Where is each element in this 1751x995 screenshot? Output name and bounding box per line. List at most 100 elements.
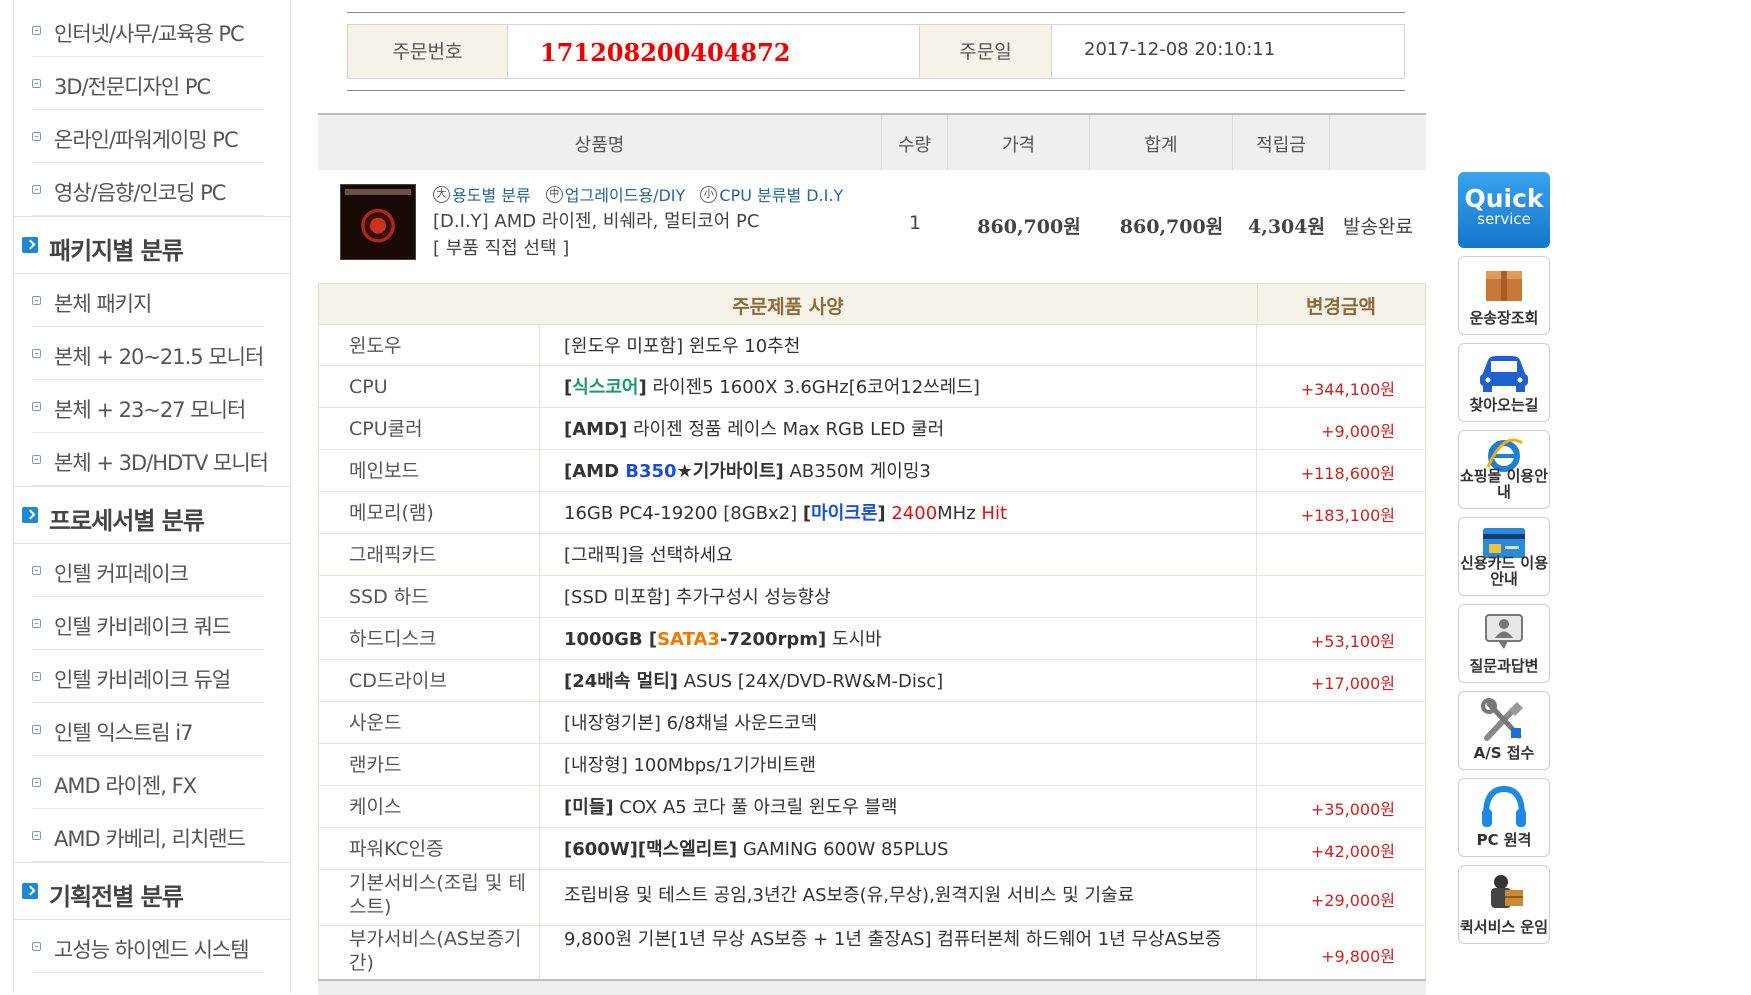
spec-value: [AMD B350★기가바이트] AB350M 게이밍3: [540, 450, 1257, 491]
product-name[interactable]: [D.I.Y] AMD 라이젠, 비쉐라, 멀티코어 PC: [433, 207, 759, 233]
spec-value: [윈도우 미포함] 윈도우 10추천: [540, 325, 1257, 365]
bullet-icon: [32, 619, 41, 628]
spec-price-change: [1257, 702, 1425, 743]
spec-description: 라이젠 정품 레이스 Max RGB LED 쿨러: [627, 419, 945, 440]
spec-price-change: +9,000원: [1321, 422, 1395, 441]
spec-bracket: ]: [877, 503, 886, 524]
order-date-label: 주문일: [920, 25, 1052, 78]
sidebar-item-label: 본체 + 3D/HDTV 모니터: [54, 451, 269, 475]
arrow-icon: [22, 507, 38, 523]
product-total: 860,700원: [1119, 216, 1224, 238]
sidebar-group-heading[interactable]: 프로세서별 분류: [14, 486, 290, 544]
price-change-header-label: 변경금액: [1306, 296, 1376, 318]
sidebar-item[interactable]: 본체 + 23~27 모니터: [14, 380, 290, 433]
sidebar-item-label: 3D/전문디자인 PC: [54, 75, 211, 99]
spec-description: AB350M 게이밍3: [783, 461, 931, 482]
sidebar-item[interactable]: 본체 + 3D/HDTV 모니터: [14, 433, 290, 486]
divider: [347, 90, 1405, 91]
quick-box-button[interactable]: 운송장조회: [1458, 256, 1550, 335]
spec-red: 2400: [885, 503, 938, 524]
header-total: 합계: [1090, 115, 1233, 170]
spec-description: 도시바: [826, 629, 882, 650]
sidebar-item[interactable]: 본체 패키지: [14, 274, 290, 327]
sidebar-item[interactable]: AMD 카베리, 리치랜드: [14, 809, 290, 862]
sidebar-group-heading[interactable]: 기획전별 분류: [14, 862, 290, 920]
spec-name: 기본서비스(조립 및 테스트): [319, 870, 540, 925]
spec-price-change: +344,100원: [1300, 380, 1395, 399]
spec-row: CD드라이브 [24배속 멀티] ASUS [24X/DVD-RW&M-Disc]…: [319, 660, 1425, 702]
sidebar-item[interactable]: 인텔 카비레이크 듀얼: [14, 650, 290, 703]
spec-description: GAMING 600W 85PLUS: [737, 839, 949, 860]
category-link[interactable]: 업그레이드용/DIY: [565, 186, 686, 205]
spec-bracket: ]: [638, 377, 647, 398]
spec-description: 라이젠5 1600X 3.6GHz[6코어12쓰레드]: [646, 377, 980, 398]
category-link[interactable]: CPU 분류별 D.I.Y: [719, 186, 843, 205]
bullet-icon: [32, 26, 41, 35]
sidebar-item[interactable]: 영상/음향/인코딩 PC: [14, 163, 290, 216]
sidebar-item-label: 인텔 익스트림 i7: [54, 721, 193, 745]
quick-tools-button[interactable]: A/S 접수: [1458, 691, 1550, 770]
spec-name: 그래픽카드: [319, 534, 540, 575]
spec-name: 케이스: [319, 786, 540, 827]
quick-headset-button[interactable]: PC 원격: [1458, 778, 1550, 857]
spec-price-change: +29,000원: [1310, 891, 1395, 910]
quick-credit-card-button[interactable]: 신용카드 이용안내: [1458, 517, 1550, 596]
quick-courier-button[interactable]: 퀵서비스 운임: [1458, 865, 1550, 944]
spec-row: 윈도우 [윈도우 미포함] 윈도우 10추천: [319, 325, 1425, 366]
spec-red: Hit: [981, 503, 1007, 524]
sidebar-item[interactable]: 고성능 하이엔드 시스템: [14, 920, 290, 973]
spec-table-header: 주문제품 사양 변경금액: [319, 284, 1425, 325]
spec-row: 기본서비스(조립 및 테스트) 조립비용 및 테스트 공임,3년간 AS보증(유,…: [319, 870, 1425, 926]
divider: [32, 972, 264, 973]
spec-row: CPU쿨러 [AMD] 라이젠 정품 레이스 Max RGB LED 쿨러 +9,0…: [319, 408, 1425, 450]
quick-ie-button[interactable]: 쇼핑몰 이용안내: [1458, 430, 1550, 509]
spec-value: 9,800원 기본[1년 무상 AS보증 + 1년 출장AS] 컴퓨터본체 하드…: [540, 926, 1257, 981]
product-option: [ 부품 직접 선택 ]: [433, 238, 570, 259]
spec-header-label: 주문제품 사양: [732, 296, 844, 318]
order-number: 171208200404872: [508, 25, 920, 78]
spec-value: 16GB PC4-19200 [8GBx2] [마이크론] 2400MHz Hi…: [540, 492, 1257, 533]
product-table-header: 상품명 수량 가격 합계 적립금: [318, 113, 1426, 170]
sidebar-item[interactable]: AMD 라이젠, FX: [14, 756, 290, 809]
courier-icon: [1479, 875, 1529, 918]
sidebar-group-heading[interactable]: 패키지별 분류: [14, 216, 290, 274]
quick-item-label: 신용카드 이용안내: [1459, 554, 1549, 588]
spec-name: 윈도우: [319, 325, 540, 365]
bullet-icon: [32, 132, 41, 141]
order-status: 발송완료: [1343, 216, 1413, 238]
spec-row: 랜카드 [내장형] 100Mbps/1기가비트랜: [319, 744, 1425, 786]
sidebar-item[interactable]: 인텔 카비레이크 쿼드: [14, 597, 290, 650]
product-thumbnail[interactable]: [340, 184, 416, 260]
sidebar-item[interactable]: 온라인/파워게이밍 PC: [14, 110, 290, 163]
spec-row: 케이스 [미들] COX A5 코다 풀 아크릴 윈도우 블랙 +35,000원: [319, 786, 1425, 828]
quick-title: Quick: [1464, 184, 1544, 213]
spec-name: CD드라이브: [319, 660, 540, 701]
sidebar-item[interactable]: 본체 + 20~21.5 모니터: [14, 327, 290, 380]
sidebar-item[interactable]: 3D/전문디자인 PC: [14, 57, 290, 110]
quick-service-banner[interactable]: Quick service: [1458, 172, 1550, 248]
spec-bold: [AMD: [564, 461, 626, 482]
sidebar-item[interactable]: 인텔 익스트림 i7: [14, 703, 290, 756]
order-date: 2017-12-08 20:10:11: [1084, 39, 1276, 60]
sidebar-item-label: 인텔 카비레이크 쿼드: [54, 615, 231, 639]
spec-name: 메모리(램): [319, 492, 540, 533]
spec-value: [600W][맥스엘리트] GAMING 600W 85PLUS: [540, 828, 1257, 869]
category-link[interactable]: 용도별 분류: [452, 186, 531, 205]
sidebar-item-label: AMD 카베리, 리치랜드: [54, 827, 246, 851]
spec-row: 메인보드 [AMD B350★기가바이트] AB350M 게이밍3 +118,600…: [319, 450, 1425, 492]
spec-bold: ★기가바이트]: [676, 461, 784, 482]
sidebar-item-label: 본체 패키지: [54, 292, 152, 316]
spec-name: 하드디스크: [319, 618, 540, 659]
sidebar-item-label: 인텔 커피레이크: [54, 562, 189, 586]
bullet-icon: [32, 402, 41, 411]
spec-value: [24배속 멀티] ASUS [24X/DVD-RW&M-Disc]: [540, 660, 1257, 701]
sidebar-item-label: 인텔 카비레이크 듀얼: [54, 668, 231, 692]
bullet-icon: [32, 778, 41, 787]
quick-qna-button[interactable]: 질문과답변: [1458, 604, 1550, 683]
quick-car-button[interactable]: 찾아오는길: [1458, 343, 1550, 422]
sidebar-item[interactable]: 인터넷/사무/교육용 PC: [14, 4, 290, 57]
quick-item-label: 퀵서비스 운임: [1459, 918, 1549, 936]
quick-item-label: 질문과답변: [1469, 657, 1539, 675]
spec-row: 하드디스크 1000GB [SATA3-7200rpm] 도시바 +53,100원: [319, 618, 1425, 660]
sidebar-item[interactable]: 인텔 커피레이크: [14, 544, 290, 597]
